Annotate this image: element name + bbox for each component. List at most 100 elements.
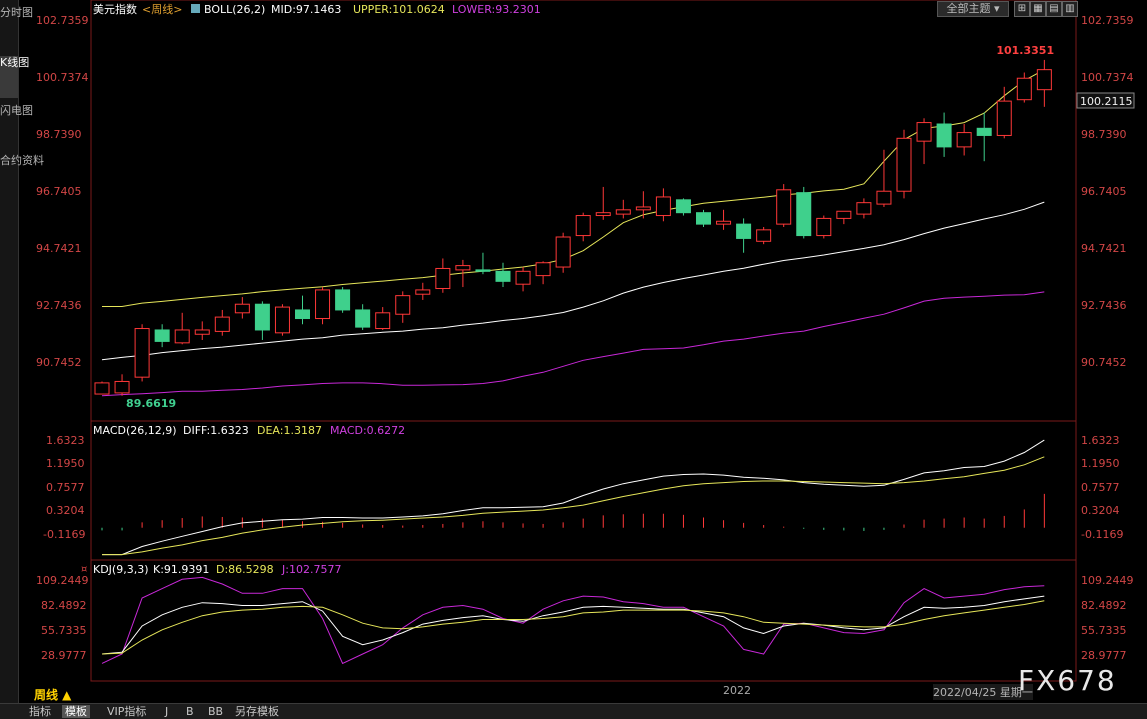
candle-body: [94, 382, 110, 395]
kdj-d-line: [101, 600, 1045, 655]
candle: [315, 287, 331, 325]
candle: [996, 86, 1012, 139]
boll-mid-label: MID:97.1463: [271, 3, 341, 16]
main-panel-frame: [90, 0, 1077, 422]
candle-body: [1016, 77, 1032, 101]
layout-alt-icon[interactable]: ▥: [1062, 1, 1078, 17]
tab-bb[interactable]: BB: [205, 705, 226, 718]
candle: [836, 210, 852, 225]
candle: [254, 301, 270, 340]
candle: [415, 282, 431, 300]
macd-diff-line: [102, 439, 1045, 556]
grid-icon[interactable]: ▦: [1030, 1, 1046, 17]
candle-body: [535, 262, 551, 277]
tab-save-template[interactable]: 另存模板: [232, 705, 282, 718]
period-tag: <周线>: [142, 2, 182, 16]
macd-tick-right: 0.7577: [1081, 481, 1120, 494]
candle-body: [976, 127, 992, 136]
candle: [655, 188, 671, 222]
kdj-tick-right: 28.9777: [1081, 649, 1127, 662]
candle-body: [575, 215, 591, 237]
symbol-title: 美元指数: [93, 2, 137, 16]
candle: [555, 232, 571, 273]
main-tick-left: 94.7421: [36, 242, 82, 255]
macd-diff-label: DIFF:1.6323: [183, 424, 249, 437]
period-button[interactable]: 周线 ▲: [34, 686, 71, 703]
kdj-tick-right: 55.7335: [1081, 624, 1127, 637]
split-view-icon[interactable]: ⊞: [1014, 1, 1030, 17]
candle: [94, 381, 110, 395]
macd-tick-right: 0.3204: [1081, 504, 1120, 517]
macd-tick-left: 0.3204: [46, 504, 85, 517]
main-tick-left: 92.7436: [36, 299, 82, 312]
low-price-label: 89.6619: [126, 397, 176, 410]
kdj-tick-left: 28.9777: [41, 649, 87, 662]
candle-body: [635, 206, 651, 211]
candle: [295, 295, 310, 325]
tab-templates[interactable]: 模板: [62, 705, 90, 718]
chart-canvas[interactable]: 美元指数 <周线> BOLL(26,2) MID:97.1463 UPPER:1…: [0, 0, 1147, 704]
candle: [796, 186, 812, 239]
kdj-tick-left: 109.2449: [36, 574, 89, 587]
candle: [435, 258, 451, 293]
kdj-k-label: K:91.9391: [153, 563, 209, 576]
layout-icon[interactable]: ▤: [1046, 1, 1062, 17]
candle-body: [214, 316, 230, 332]
main-tick-right: 92.7436: [1081, 299, 1127, 312]
candle-body: [435, 267, 451, 289]
candle: [515, 267, 531, 292]
candle-body: [876, 190, 892, 205]
candle-body: [916, 122, 932, 142]
theme-select[interactable]: 全部主题 ▾: [937, 1, 1009, 17]
tab-vip-indicators[interactable]: VIP指标: [104, 705, 149, 718]
candle-body: [856, 202, 872, 215]
candle: [776, 184, 792, 227]
candle: [615, 199, 631, 219]
candle-body: [134, 328, 150, 378]
candle-body: [615, 209, 631, 215]
candle-body: [455, 265, 471, 271]
candle: [174, 312, 190, 345]
candle-body: [154, 329, 170, 342]
candle-body: [816, 217, 832, 237]
candle: [575, 212, 591, 242]
candle-body: [936, 123, 952, 148]
candle-body: [395, 295, 411, 315]
macd-label: MACD(26,12,9): [93, 424, 177, 437]
tab-b[interactable]: B: [183, 705, 197, 718]
candle-body: [515, 270, 531, 285]
kdj-tick-left: 55.7335: [41, 624, 87, 637]
candle-body: [675, 199, 691, 214]
indicator-settings-icon[interactable]: [191, 4, 200, 13]
candle-body: [655, 196, 671, 217]
kdj-tick-left: 82.4892: [41, 599, 87, 612]
main-tick-left: 96.7405: [36, 185, 82, 198]
candle-body: [174, 329, 190, 344]
candle-body: [295, 309, 310, 320]
main-tick-left: 90.7452: [36, 356, 82, 369]
candle: [756, 226, 772, 245]
candle: [1016, 72, 1032, 103]
candle-body: [776, 189, 792, 225]
tab-j[interactable]: J: [162, 705, 171, 718]
macd-panel-frame: [90, 420, 1077, 561]
candle: [675, 198, 691, 216]
candle: [375, 307, 391, 330]
candle-body: [234, 303, 250, 314]
candle: [395, 291, 411, 323]
kdj-tick-right: 109.2449: [1081, 574, 1134, 587]
main-tick-right: 102.7359: [1081, 14, 1134, 27]
candle-body: [595, 212, 611, 217]
candle-body: [996, 100, 1012, 136]
candle: [816, 215, 832, 239]
candle-body: [696, 212, 711, 225]
main-tick-right: 96.7405: [1081, 185, 1127, 198]
candle: [355, 304, 371, 330]
tab-indicators[interactable]: 指标: [26, 705, 54, 718]
candle-body: [756, 229, 772, 242]
candle: [335, 287, 351, 313]
candle: [736, 218, 752, 253]
candle: [916, 118, 932, 165]
macd-tick-right: 1.1950: [1081, 457, 1120, 470]
macd-value-label: MACD:0.6272: [330, 424, 405, 437]
